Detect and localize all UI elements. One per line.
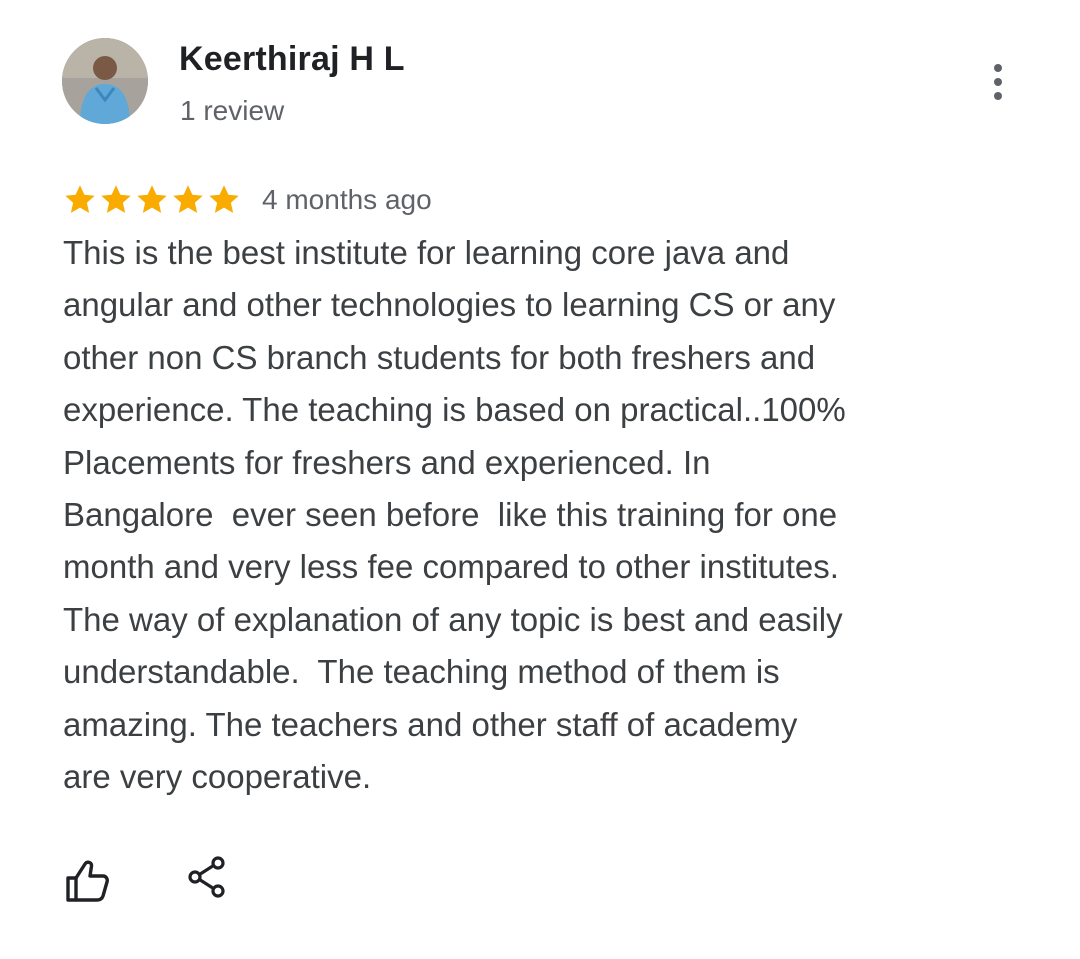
author-name[interactable]: Keerthiraj H L (179, 40, 405, 79)
review-text-line: The way of explanation of any topic is b… (63, 600, 843, 638)
review-text-line: experience. The teaching is based on pra… (63, 391, 846, 429)
review-text-line: understandable. The teaching method of t… (63, 653, 780, 691)
avatar-photo (62, 38, 148, 124)
review-text-line: amazing. The teachers and other staff of… (63, 705, 798, 743)
share-button[interactable] (184, 854, 230, 900)
star-rating (62, 182, 242, 218)
like-button[interactable] (62, 856, 112, 906)
review-text-line: Placements for freshers and experienced.… (63, 443, 711, 481)
review-text: This is the best institute for learning … (63, 227, 963, 803)
review-card: Keerthiraj H L 1 review 4 months ago Thi… (0, 0, 1080, 959)
more-vert-icon (994, 64, 1002, 100)
rating-row: 4 months ago (62, 178, 432, 222)
review-date: 4 months ago (262, 184, 432, 215)
star-icon (62, 182, 98, 218)
review-count: 1 review (180, 95, 285, 126)
review-text-line: This is the best institute for learning … (63, 234, 790, 271)
share-icon (188, 856, 225, 898)
star-icon (206, 182, 242, 218)
more-options-button[interactable] (978, 58, 1018, 106)
star-icon (134, 182, 170, 218)
avatar[interactable] (62, 38, 148, 124)
star-icon (170, 182, 206, 218)
thumb-up-icon (66, 860, 109, 902)
review-text-line: angular and other technologies to learni… (63, 286, 836, 324)
review-text-line: are very cooperative. (63, 758, 372, 796)
review-text-line: other non CS branch students for both fr… (63, 338, 816, 376)
review-text-line: month and very less fee compared to othe… (63, 548, 839, 586)
star-icon (98, 182, 134, 218)
review-text-line: Bangalore ever seen before like this tra… (63, 496, 838, 534)
